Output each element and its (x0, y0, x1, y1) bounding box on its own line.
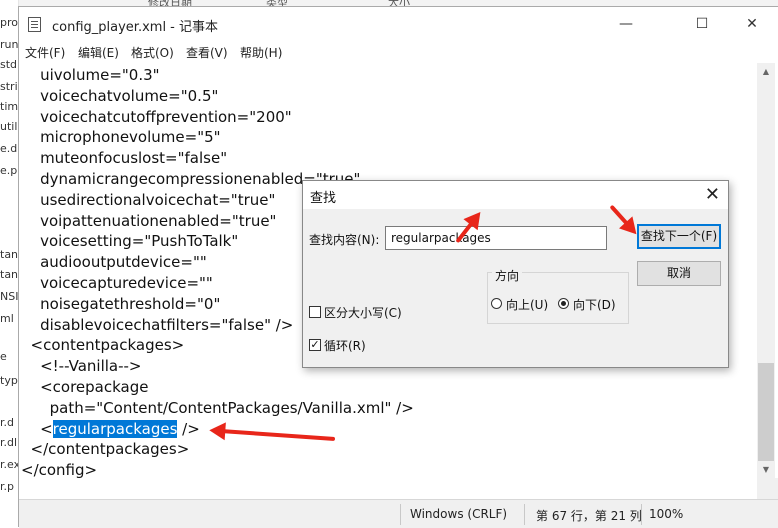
status-bar: Windows (CRLF) 第 67 行，第 21 列 100% (19, 499, 778, 528)
menu-bar: 文件(F) 编辑(E) 格式(O) 查看(V) 帮助(H) (19, 41, 778, 63)
background-file-name: e.p (0, 164, 18, 177)
find-dialog-close-icon[interactable]: ✕ (705, 184, 720, 205)
background-file-name: tan (0, 248, 19, 261)
code-line[interactable]: uivolume="0.3" (21, 65, 414, 86)
background-file-name: ml (0, 312, 14, 325)
direction-label: 方向 (492, 267, 523, 284)
selection-suffix: /> (177, 419, 200, 438)
background-file-name: util (0, 120, 18, 133)
code-line[interactable]: microphonevolume="5" (21, 127, 414, 148)
status-divider (400, 504, 401, 525)
code-line[interactable]: <corepackage (21, 377, 414, 398)
find-dialog-title: 查找 (310, 191, 337, 206)
wrap-around-label[interactable]: 循环(R) (324, 337, 366, 354)
code-line[interactable]: </contentpackages> (21, 439, 414, 460)
background-file-list: pro run std stri tim util e.d e.p tan tan NSI ml e ty… (0, 0, 19, 527)
background-file-name: pro (0, 16, 18, 29)
code-line[interactable]: muteonfocuslost="false" (21, 148, 414, 169)
cancel-button[interactable]: 取消 (637, 261, 721, 286)
find-dialog: 查找 ✕ 查找内容(N): 查找下一个(F) 取消 方向 向上(U) 向下(D)… (302, 180, 729, 368)
close-button[interactable]: ✕ (729, 7, 775, 41)
menu-view[interactable]: 查看(V) (186, 44, 228, 61)
direction-down-radio[interactable] (558, 298, 569, 309)
status-encoding: Windows (CRLF) (410, 507, 508, 521)
direction-up-label[interactable]: 向上(U) (506, 296, 548, 313)
status-zoom: 100% (649, 507, 684, 521)
code-line[interactable]: voicechatcutoffprevention="200" (21, 107, 414, 128)
menu-help[interactable]: 帮助(H) (240, 44, 282, 61)
scrollbar-corner (757, 478, 778, 499)
window-title: config_player.xml - 记事本 (52, 20, 219, 35)
find-next-button[interactable]: 查找下一个(F) (637, 224, 721, 249)
background-file-name: tan (0, 268, 19, 281)
menu-file[interactable]: 文件(F) (25, 44, 65, 61)
code-line[interactable]: </config> (21, 460, 414, 481)
selection-prefix: < (21, 419, 53, 438)
match-case-label[interactable]: 区分大小写(C) (324, 304, 402, 321)
find-dialog-titlebar[interactable]: 查找 ✕ (303, 181, 728, 209)
background-file-name: e (0, 350, 7, 363)
code-line[interactable]: path="Content/ContentPackages/Vanilla.xm… (21, 398, 414, 419)
background-file-name: run (0, 38, 19, 51)
scrollbar-thumb[interactable] (758, 363, 774, 461)
background-file-name: typ (0, 374, 18, 387)
status-position: 第 67 行，第 21 列 (536, 509, 642, 523)
maximize-button[interactable]: ☐ (679, 7, 725, 41)
background-file-name: r.dl (0, 436, 18, 449)
menu-format[interactable]: 格式(O) (131, 44, 174, 61)
notepad-icon (28, 17, 41, 32)
selected-text[interactable]: regularpackages (52, 419, 178, 438)
background-file-name: e.d (0, 142, 18, 155)
find-what-input[interactable] (385, 226, 607, 250)
background-file-name: stri (0, 80, 18, 93)
title-bar[interactable]: config_player.xml - 记事本 — ☐ ✕ (19, 7, 778, 41)
status-divider (641, 504, 642, 525)
code-line[interactable]: voicechatvolume="0.5" (21, 86, 414, 107)
background-file-name: r.p (0, 480, 14, 493)
background-file-name: tim (0, 100, 19, 113)
find-what-label: 查找内容(N): (309, 233, 380, 247)
match-case-checkbox[interactable] (309, 306, 321, 318)
background-file-name: r.d (0, 416, 14, 429)
background-file-name: NSI (0, 290, 19, 303)
scroll-down-arrow-icon[interactable]: ▼ (757, 461, 775, 478)
background-file-name: r.ex (0, 458, 19, 471)
menu-edit[interactable]: 编辑(E) (78, 44, 119, 61)
background-file-name: std (0, 58, 18, 71)
wrap-around-checkbox[interactable]: ✓ (309, 339, 321, 351)
status-divider (524, 504, 525, 525)
minimize-button[interactable]: — (603, 7, 649, 41)
vertical-scrollbar[interactable]: ▲ ▼ (757, 63, 775, 478)
scroll-up-arrow-icon[interactable]: ▲ (757, 63, 775, 80)
direction-down-label[interactable]: 向下(D) (573, 296, 616, 313)
direction-up-radio[interactable] (491, 298, 502, 309)
